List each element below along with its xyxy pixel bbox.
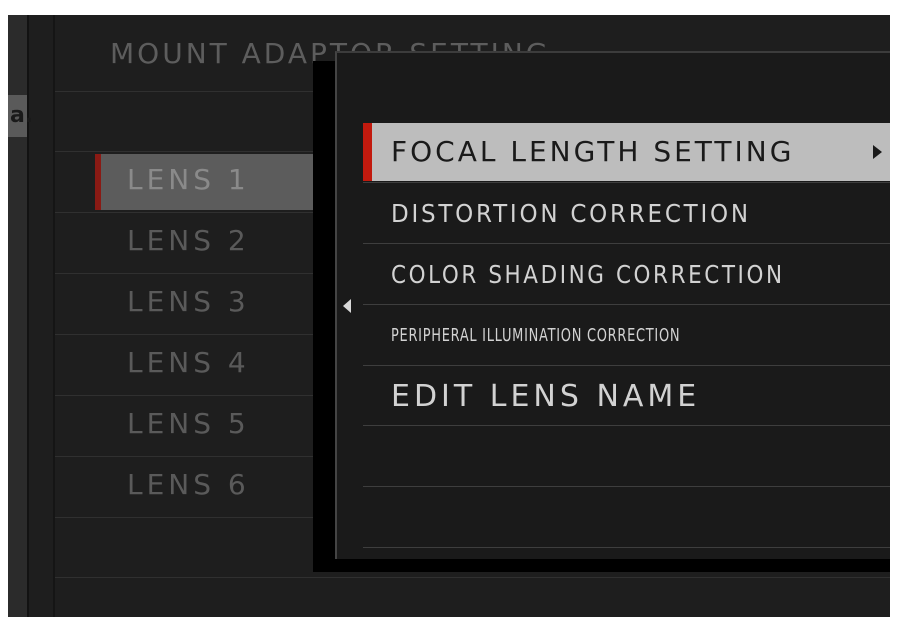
menu-item-label: COLOR SHADING CORRECTION xyxy=(391,260,785,289)
selection-marker xyxy=(95,154,101,210)
divider xyxy=(55,577,890,578)
selection-marker xyxy=(363,123,372,181)
menu-item-label: DISTORTION CORRECTION xyxy=(391,199,751,228)
lens-item-label: LENS 4 xyxy=(127,346,250,379)
side-tab-glyph: a. xyxy=(10,103,34,128)
lens-item-1[interactable]: LENS 1 xyxy=(55,153,355,215)
edit-lens-name-item[interactable]: EDIT LENS NAME xyxy=(363,366,890,427)
lens-item-6[interactable]: LENS 6 xyxy=(55,458,355,520)
menu-item-label: EDIT LENS NAME xyxy=(391,379,701,414)
side-tab[interactable]: a. xyxy=(8,95,33,137)
lens-item-label: LENS 3 xyxy=(127,285,250,318)
lens-item-label: LENS 2 xyxy=(127,224,250,257)
chevron-right-icon xyxy=(873,145,882,159)
focal-length-setting-item[interactable]: FOCAL LENGTH SETTING xyxy=(363,123,890,184)
divider xyxy=(363,425,890,426)
lens-item-label: LENS 1 xyxy=(127,163,250,196)
menu-item-label: FOCAL LENGTH SETTING xyxy=(391,135,795,168)
lens-item-label: LENS 6 xyxy=(127,468,250,501)
color-shading-correction-item[interactable]: COLOR SHADING CORRECTION xyxy=(363,244,890,305)
distortion-correction-item[interactable]: DISTORTION CORRECTION xyxy=(363,183,890,244)
camera-menu-screen: a. MOUNT ADAPTOR SETTING LENS 1 LENS 2 L… xyxy=(8,15,890,617)
peripheral-illumination-correction-item[interactable]: PERIPHERAL ILLUMINATION CORRECTION xyxy=(363,305,890,366)
back-arrow-icon[interactable] xyxy=(343,299,351,313)
lens-item-5[interactable]: LENS 5 xyxy=(55,397,355,459)
lens-item-4[interactable]: LENS 4 xyxy=(55,336,355,398)
divider xyxy=(363,486,890,487)
menu-item-label: PERIPHERAL ILLUMINATION CORRECTION xyxy=(391,325,681,346)
lens-item-2[interactable]: LENS 2 xyxy=(55,214,355,276)
lens-item-3[interactable]: LENS 3 xyxy=(55,275,355,337)
lens-item-label: LENS 5 xyxy=(127,407,250,440)
divider xyxy=(363,547,890,548)
